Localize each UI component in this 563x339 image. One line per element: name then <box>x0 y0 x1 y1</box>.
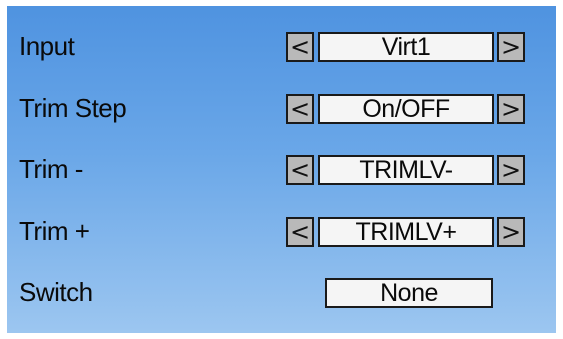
input-prev-button[interactable]: < <box>286 32 314 62</box>
trim-minus-prev-button[interactable]: < <box>286 155 314 185</box>
trim-step-value[interactable]: On/OFF <box>318 94 494 124</box>
trim-plus-prev-button[interactable]: < <box>286 217 314 247</box>
trim-plus-value[interactable]: TRIMLV+ <box>318 217 494 247</box>
switch-row: Switch None <box>7 272 556 312</box>
settings-screen: Input < Virt1 > Trim Step < On/OFF > Tri… <box>7 6 556 333</box>
switch-value[interactable]: None <box>325 278 493 308</box>
trim-step-prev-button[interactable]: < <box>286 94 314 124</box>
trim-minus-row: Trim - < TRIMLV- > <box>7 149 556 189</box>
switch-label: Switch <box>19 277 93 307</box>
input-value[interactable]: Virt1 <box>318 32 494 62</box>
trim-minus-label: Trim - <box>19 154 83 184</box>
trim-plus-row: Trim + < TRIMLV+ > <box>7 211 556 251</box>
trim-minus-value[interactable]: TRIMLV- <box>318 155 494 185</box>
input-row: Input < Virt1 > <box>7 26 556 66</box>
trim-plus-next-button[interactable]: > <box>497 217 525 247</box>
input-label: Input <box>19 31 75 61</box>
trim-minus-next-button[interactable]: > <box>497 155 525 185</box>
input-next-button[interactable]: > <box>497 32 525 62</box>
trim-plus-label: Trim + <box>19 216 90 246</box>
trim-step-row: Trim Step < On/OFF > <box>7 88 556 128</box>
trim-step-next-button[interactable]: > <box>497 94 525 124</box>
trim-step-label: Trim Step <box>19 93 127 123</box>
